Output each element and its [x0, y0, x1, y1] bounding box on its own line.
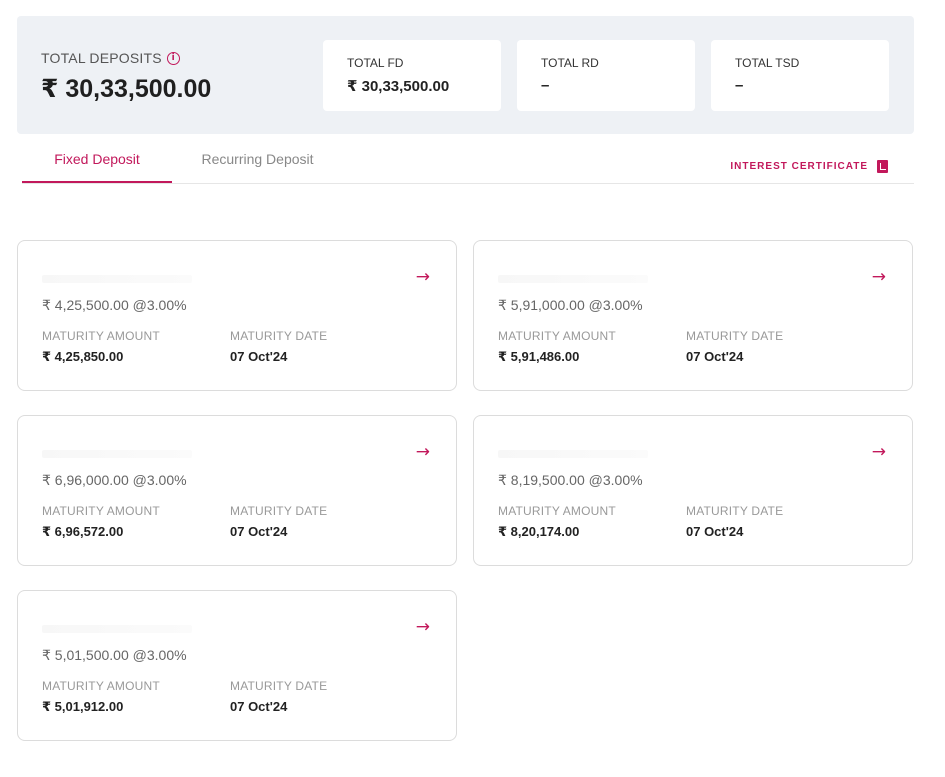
deposit-card[interactable]: ₹ 5,91,000.00 @3.00% → MATURITY AMOUNT M…: [473, 240, 913, 391]
maturity-date-label: MATURITY DATE: [230, 504, 328, 518]
deposit-principal: ₹ 4,25,500.00 @3.00%: [42, 297, 187, 313]
deposit-card[interactable]: ₹ 8,19,500.00 @3.00% → MATURITY AMOUNT M…: [473, 415, 913, 566]
maturity-date-label: MATURITY DATE: [686, 329, 784, 343]
tab-fixed-deposit[interactable]: Fixed Deposit: [22, 140, 172, 183]
arrow-right-icon[interactable]: →: [416, 442, 430, 462]
maturity-amount-value: ₹ 5,91,486.00: [498, 349, 580, 364]
total-fd-value: ₹ 30,33,500.00: [347, 78, 450, 95]
maturity-amount-label: MATURITY AMOUNT: [42, 504, 160, 518]
total-fd-card: TOTAL FD ₹ 30,33,500.00: [323, 40, 501, 111]
deposit-card[interactable]: ₹ 5,01,500.00 @3.00% → MATURITY AMOUNT M…: [17, 590, 457, 741]
maturity-date-value: 07 Oct'24: [230, 524, 288, 539]
total-tsd-card: TOTAL TSD –: [711, 40, 889, 111]
deposit-tabs: Fixed Deposit Recurring Deposit INTEREST…: [22, 140, 914, 184]
info-icon[interactable]: i: [166, 51, 180, 65]
deposit-principal: ₹ 8,19,500.00 @3.00%: [498, 472, 643, 488]
maturity-amount-label: MATURITY AMOUNT: [42, 329, 160, 343]
deposit-principal: ₹ 5,91,000.00 @3.00%: [498, 297, 643, 313]
maturity-date-label: MATURITY DATE: [686, 504, 784, 518]
total-tsd-value: –: [735, 77, 744, 94]
deposit-principal: ₹ 6,96,000.00 @3.00%: [42, 472, 187, 488]
redacted-account-name: [42, 625, 192, 633]
maturity-amount-value: ₹ 5,01,912.00: [42, 699, 124, 714]
deposit-principal: ₹ 5,01,500.00 @3.00%: [42, 647, 187, 663]
redacted-account-name: [498, 450, 648, 458]
maturity-amount-value: ₹ 8,20,174.00: [498, 524, 580, 539]
deposit-card[interactable]: ₹ 6,96,000.00 @3.00% → MATURITY AMOUNT M…: [17, 415, 457, 566]
redacted-account-name: [42, 275, 192, 283]
maturity-amount-label: MATURITY AMOUNT: [498, 504, 616, 518]
maturity-amount-label: MATURITY AMOUNT: [42, 679, 160, 693]
interest-certificate-button[interactable]: INTEREST CERTIFICATE: [730, 160, 888, 173]
tab-recurring-deposit[interactable]: Recurring Deposit: [180, 140, 335, 183]
maturity-date-value: 07 Oct'24: [686, 524, 744, 539]
arrow-right-icon[interactable]: →: [416, 267, 430, 287]
maturity-date-value: 07 Oct'24: [686, 349, 744, 364]
total-tsd-label: TOTAL TSD: [735, 56, 800, 70]
deposit-card[interactable]: ₹ 4,25,500.00 @3.00% → MATURITY AMOUNT M…: [17, 240, 457, 391]
maturity-amount-label: MATURITY AMOUNT: [498, 329, 616, 343]
arrow-right-icon[interactable]: →: [416, 617, 430, 637]
total-deposits-label: TOTAL DEPOSITS: [41, 50, 162, 66]
pdf-download-icon: [877, 160, 888, 173]
maturity-date-label: MATURITY DATE: [230, 329, 328, 343]
maturity-date-label: MATURITY DATE: [230, 679, 328, 693]
total-rd-value: –: [541, 77, 550, 94]
total-rd-label: TOTAL RD: [541, 56, 599, 70]
redacted-account-name: [42, 450, 192, 458]
maturity-amount-value: ₹ 4,25,850.00: [42, 349, 124, 364]
maturity-date-value: 07 Oct'24: [230, 349, 288, 364]
total-rd-card: TOTAL RD –: [517, 40, 695, 111]
interest-certificate-label: INTEREST CERTIFICATE: [730, 161, 868, 172]
total-fd-label: TOTAL FD: [347, 56, 404, 70]
total-deposits-value: ₹ 30,33,500.00: [41, 75, 212, 103]
arrow-right-icon[interactable]: →: [872, 267, 886, 287]
maturity-amount-value: ₹ 6,96,572.00: [42, 524, 124, 539]
arrow-right-icon[interactable]: →: [872, 442, 886, 462]
deposits-summary-panel: TOTAL DEPOSITS i ₹ 30,33,500.00 TOTAL FD…: [17, 16, 914, 134]
redacted-account-name: [498, 275, 648, 283]
total-deposits-label-row: TOTAL DEPOSITS i: [41, 50, 180, 66]
maturity-date-value: 07 Oct'24: [230, 699, 288, 714]
